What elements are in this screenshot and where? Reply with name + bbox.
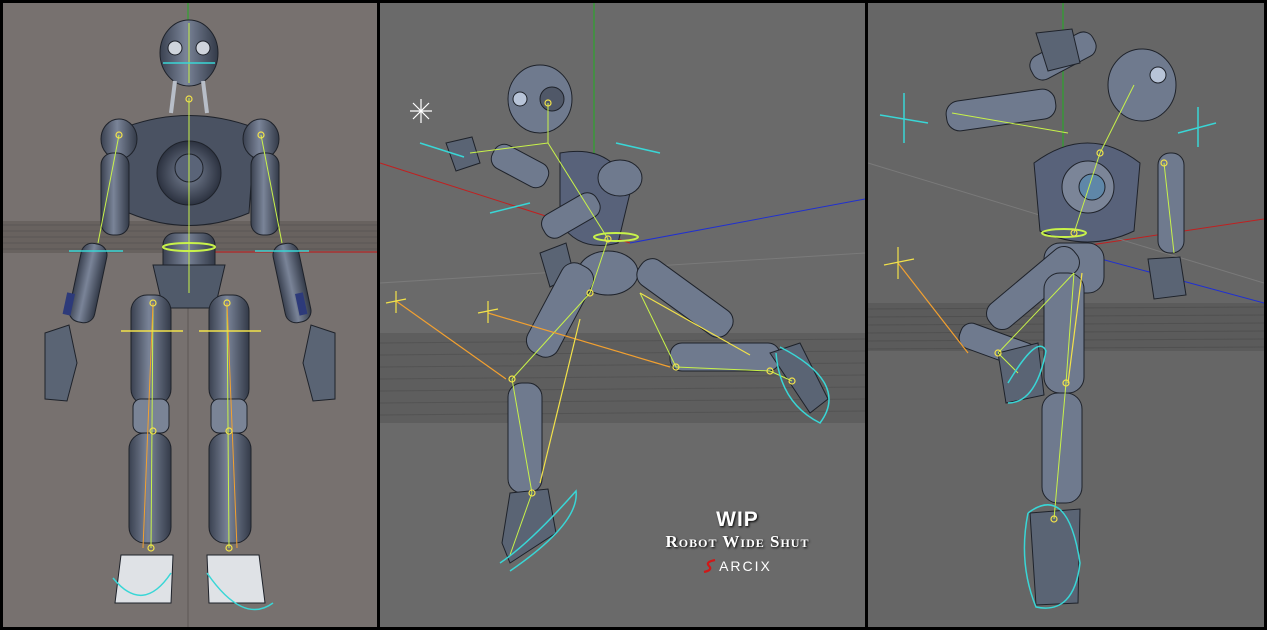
logo: ARCIX: [650, 558, 825, 574]
light-star: [410, 99, 432, 123]
caption-block: WIP Robot Wide Shut ARCIX: [650, 508, 825, 574]
back-view-render: [868, 3, 1264, 609]
robot-running: [445, 64, 829, 564]
front-view-render: [3, 3, 377, 627]
viewport-back: [868, 3, 1264, 627]
caption-title: WIP: [716, 508, 759, 531]
logo-s-mark: [703, 559, 717, 573]
caption-subtitle: Robot Wide Shut: [665, 532, 810, 551]
rig-overlay-front: [69, 23, 309, 611]
world-axis-z: [629, 198, 865, 244]
logo-text: ARCIX: [719, 558, 772, 574]
viewport-front: [3, 3, 377, 627]
viewport-side: WIP Robot Wide Shut ARCIX: [380, 3, 865, 627]
robot-front: [44, 19, 336, 604]
